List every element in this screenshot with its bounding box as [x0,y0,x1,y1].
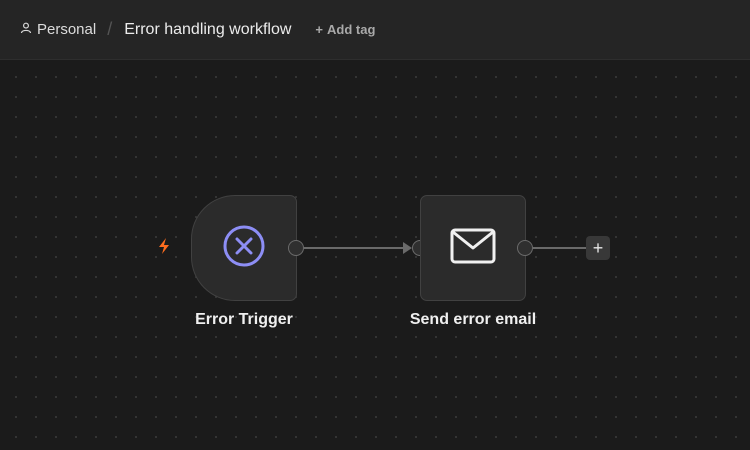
error-trigger-node[interactable] [191,195,297,301]
output-stub-edge [533,247,587,249]
send-error-email-node[interactable] [420,195,526,301]
workflow-title[interactable]: Error handling workflow [124,21,291,39]
workflow-header: Personal / Error handling workflow + Add… [0,0,750,60]
send-error-email-label: Send error email [409,311,537,328]
circle-x-icon [222,224,266,273]
connection-edge[interactable] [304,247,410,249]
workflow-canvas[interactable]: Error Trigger Send error email + [0,61,750,450]
breadcrumb-personal[interactable]: Personal [20,21,96,38]
send-email-output-handle[interactable] [517,240,533,256]
add-node-button[interactable]: + [586,236,610,260]
error-trigger-output-handle[interactable] [288,240,304,256]
lightning-bolt-icon [156,237,172,260]
add-tag-label: Add tag [327,22,376,37]
envelope-icon [450,228,496,269]
user-icon [20,21,32,38]
plus-icon: + [315,22,323,37]
breadcrumb-personal-label: Personal [37,21,97,38]
error-trigger-label: Error Trigger [195,311,293,328]
add-tag-button[interactable]: + Add tag [315,22,375,37]
breadcrumb-separator: / [107,19,113,39]
connection-arrow [403,242,412,254]
